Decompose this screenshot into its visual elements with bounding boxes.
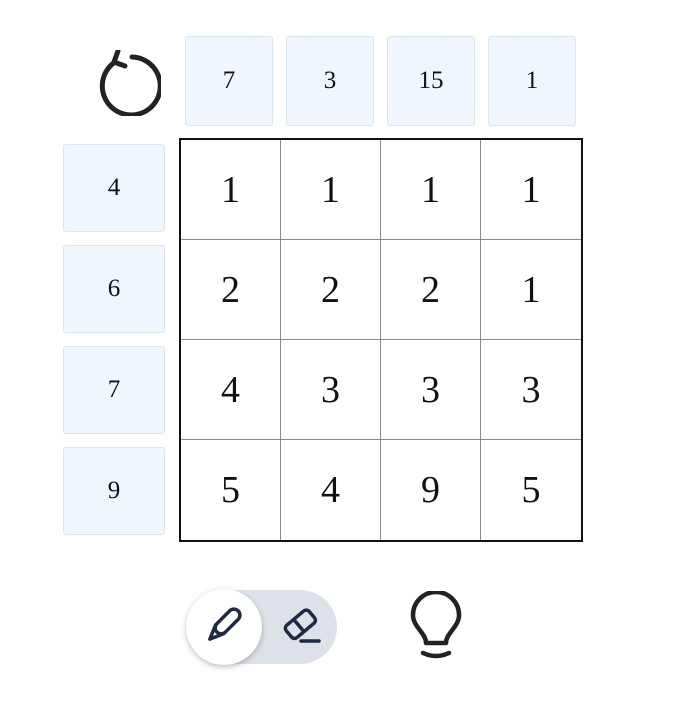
pencil-icon <box>200 601 248 654</box>
grid-cell-r2c2[interactable]: 2 <box>281 240 381 340</box>
column-clue-4[interactable]: 1 <box>488 36 576 126</box>
eraser-mode-button[interactable] <box>266 590 336 664</box>
grid-cell-r1c1[interactable]: 1 <box>181 140 281 240</box>
row-clue-3[interactable]: 7 <box>63 346 165 434</box>
grid-cell-r2c3[interactable]: 2 <box>381 240 481 340</box>
grid-cell-r4c4[interactable]: 5 <box>481 440 581 540</box>
grid-cell-r3c3[interactable]: 3 <box>381 340 481 440</box>
mode-toggle[interactable] <box>186 589 337 665</box>
grid-cell-r4c2[interactable]: 4 <box>281 440 381 540</box>
reset-button[interactable] <box>93 48 163 121</box>
grid-cell-r4c3[interactable]: 9 <box>381 440 481 540</box>
grid-cell-r1c4[interactable]: 1 <box>481 140 581 240</box>
column-clue-1[interactable]: 7 <box>185 36 273 126</box>
grid-cell-r2c1[interactable]: 2 <box>181 240 281 340</box>
row-clue-1[interactable]: 4 <box>63 144 165 232</box>
column-clue-3[interactable]: 15 <box>387 36 475 126</box>
grid-cell-r2c4[interactable]: 1 <box>481 240 581 340</box>
grid-cell-r1c3[interactable]: 1 <box>381 140 481 240</box>
column-clue-2[interactable]: 3 <box>286 36 374 126</box>
grid-cell-r3c2[interactable]: 3 <box>281 340 381 440</box>
lightbulb-icon <box>406 589 466 666</box>
grid-cell-r3c4[interactable]: 3 <box>481 340 581 440</box>
row-clue-2[interactable]: 6 <box>63 245 165 333</box>
row-clue-4[interactable]: 9 <box>63 447 165 535</box>
eraser-icon <box>279 603 323 652</box>
hint-button[interactable] <box>400 588 472 668</box>
rotate-cw-icon <box>95 48 163 121</box>
grid-cell-r4c1[interactable]: 5 <box>181 440 281 540</box>
grid-cell-r3c1[interactable]: 4 <box>181 340 281 440</box>
grid-cell-r1c2[interactable]: 1 <box>281 140 381 240</box>
puzzle-grid: 1 1 1 1 2 2 2 1 4 3 3 3 5 4 9 5 <box>179 138 583 542</box>
pencil-mode-button[interactable] <box>186 589 262 665</box>
